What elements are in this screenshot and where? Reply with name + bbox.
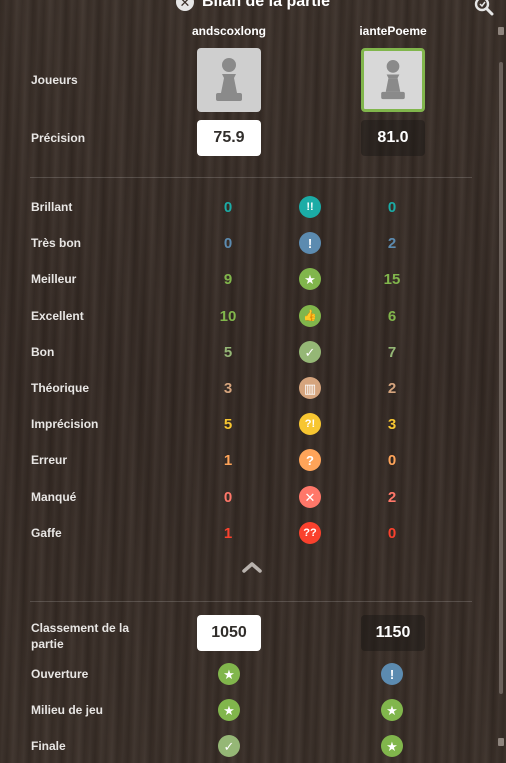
white-move-count[interactable]: 1 (208, 452, 248, 469)
black-game-rating: 1150 (361, 615, 425, 651)
white-move-count[interactable]: 1 (208, 525, 248, 542)
middlegame-label: Milieu de jeu (31, 703, 104, 717)
white-move-count[interactable]: 0 (208, 489, 248, 506)
page-title: Bilan de la partie (201, 0, 331, 10)
best-icon[interactable]: ★ (218, 699, 240, 721)
search-analysis-icon[interactable] (474, 0, 494, 16)
black-move-count[interactable]: 3 (372, 416, 412, 433)
game-rating-label: Classement de la partie (31, 620, 129, 652)
move-type-label: Théorique (31, 381, 90, 395)
great-icon[interactable]: ! (381, 663, 403, 685)
players-label: Joueurs (31, 73, 78, 87)
move-type-label: Très bon (31, 236, 82, 250)
opening-label: Ouverture (31, 667, 89, 681)
game-rating-label-line1: Classement de la (31, 621, 130, 635)
close-icon[interactable]: ✕ (175, 0, 194, 11)
white-move-count[interactable]: 9 (208, 271, 248, 288)
good-icon: ✓ (299, 341, 321, 363)
header: ✕ Bilan de la partie (0, 0, 506, 14)
chevron-up-icon[interactable] (241, 560, 263, 574)
best-icon: ★ (299, 268, 321, 290)
divider (30, 601, 472, 602)
move-type-label: Brillant (31, 200, 73, 214)
black-move-count[interactable]: 0 (372, 199, 412, 216)
scroll-down-icon[interactable] (498, 738, 504, 746)
best-icon[interactable]: ★ (218, 663, 240, 685)
scroll-up-icon[interactable] (498, 27, 504, 35)
move-type-label: Excellent (31, 309, 84, 323)
black-player-avatar[interactable] (361, 48, 425, 112)
best-icon[interactable]: ★ (381, 735, 403, 757)
endgame-label: Finale (31, 739, 66, 753)
black-move-count[interactable]: 0 (372, 452, 412, 469)
white-move-count[interactable]: 5 (208, 416, 248, 433)
move-type-label: Erreur (31, 453, 68, 467)
black-player-name[interactable]: iantePoeme (328, 24, 458, 38)
white-move-count[interactable]: 5 (208, 344, 248, 361)
black-move-count[interactable]: 2 (372, 489, 412, 506)
move-type-label: Bon (31, 345, 55, 359)
black-move-count[interactable]: 15 (372, 271, 412, 288)
excellent-icon: 👍 (299, 305, 321, 327)
white-move-count[interactable]: 0 (208, 235, 248, 252)
best-icon[interactable]: ★ (381, 699, 403, 721)
book-icon: ▥ (299, 377, 321, 399)
move-type-label: Gaffe (31, 526, 62, 540)
good-icon[interactable]: ✓ (218, 735, 240, 757)
black-move-count[interactable]: 7 (372, 344, 412, 361)
white-game-rating: 1050 (197, 615, 261, 651)
white-player-avatar[interactable] (197, 48, 261, 112)
pawn-icon (216, 58, 242, 101)
white-move-count[interactable]: 0 (208, 199, 248, 216)
divider (30, 177, 472, 178)
pawn-icon (381, 60, 405, 100)
white-move-count[interactable]: 10 (208, 308, 248, 325)
move-type-label: Meilleur (31, 272, 77, 286)
mistake-icon: ? (299, 449, 321, 471)
black-move-count[interactable]: 2 (372, 380, 412, 397)
move-type-label: Manqué (31, 490, 77, 504)
white-player-name[interactable]: andscoxlong (164, 24, 294, 38)
black-move-count[interactable]: 2 (372, 235, 412, 252)
scrollbar[interactable] (499, 62, 503, 694)
black-precision: 81.0 (361, 120, 425, 156)
inaccuracy-icon: ?! (299, 413, 321, 435)
great-icon: ! (299, 232, 321, 254)
black-move-count[interactable]: 6 (372, 308, 412, 325)
game-rating-label-line2: partie (31, 637, 64, 651)
white-precision: 75.9 (197, 120, 261, 156)
black-move-count[interactable]: 0 (372, 525, 412, 542)
miss-icon: ✕ (299, 486, 321, 508)
brilliant-icon: !! (299, 196, 321, 218)
move-type-label: Imprécision (31, 417, 99, 431)
blunder-icon: ?? (299, 522, 321, 544)
white-move-count[interactable]: 3 (208, 380, 248, 397)
precision-label: Précision (31, 131, 86, 145)
